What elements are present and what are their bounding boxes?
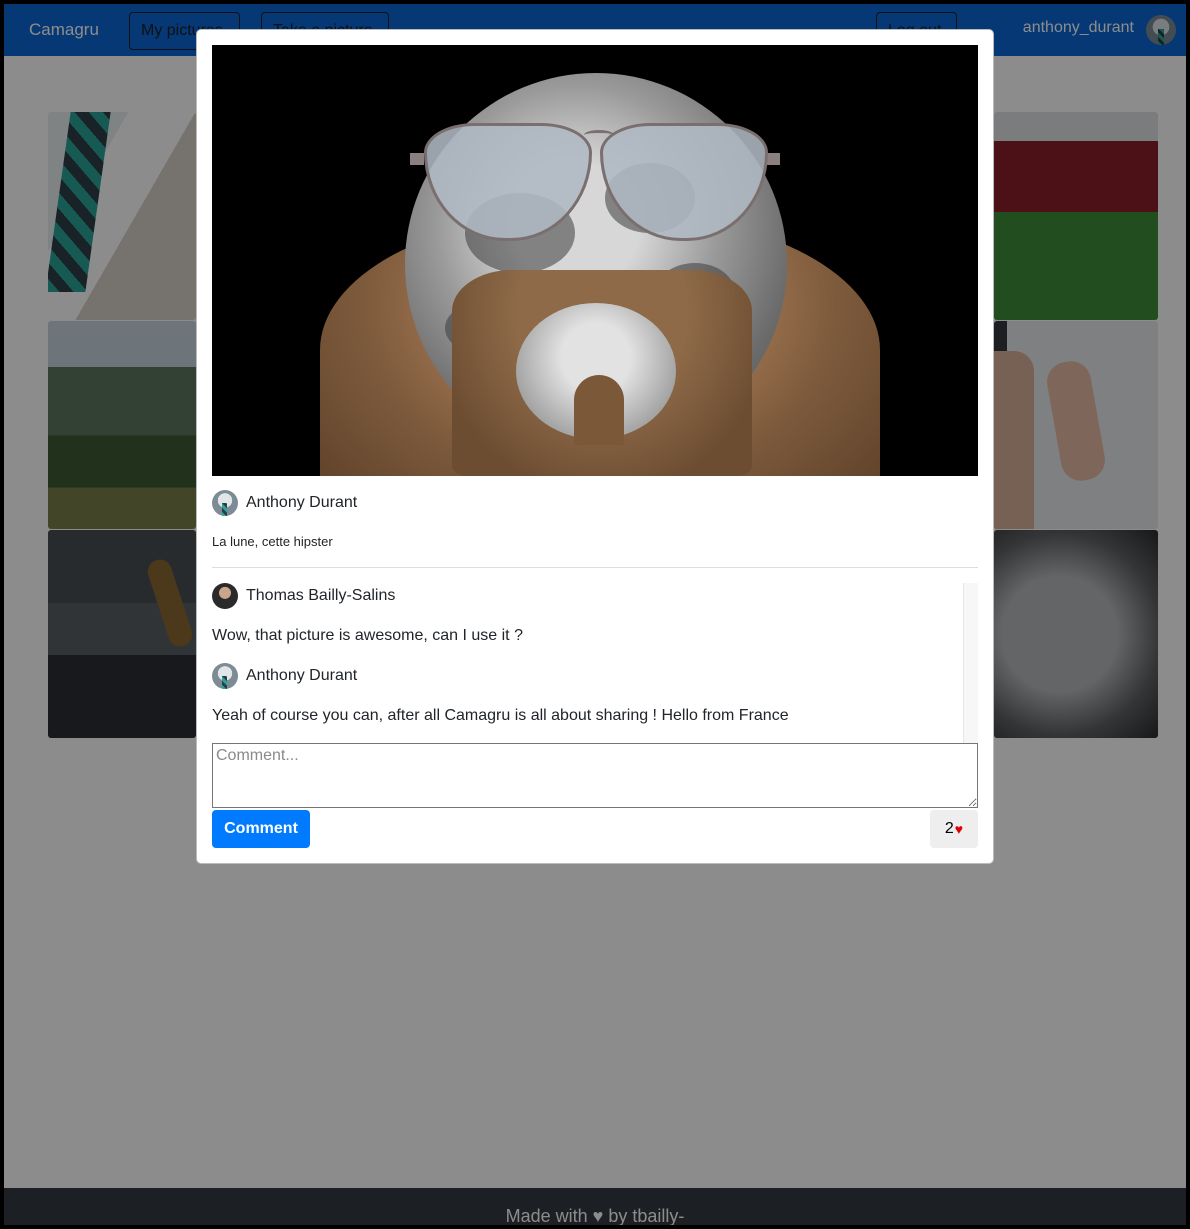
like-count: 2 bbox=[944, 820, 954, 837]
commenter-avatar bbox=[212, 583, 238, 609]
comments-list[interactable]: Thomas Bailly-Salins Wow, that picture i… bbox=[212, 583, 978, 743]
comment-text: Wow, that picture is awesome, can I use … bbox=[212, 627, 523, 644]
comment-header: Anthony Durant bbox=[212, 663, 357, 689]
commenter-avatar bbox=[212, 663, 238, 689]
like-button[interactable]: 2 ♥ bbox=[930, 810, 978, 848]
comment-text: Yeah of course you can, after all Camagr… bbox=[212, 707, 789, 724]
divider bbox=[212, 567, 978, 568]
comment-input[interactable] bbox=[212, 743, 978, 808]
comment-author: Thomas Bailly-Salins bbox=[246, 587, 396, 604]
picture-caption: La lune, cette hipster bbox=[212, 534, 333, 549]
heart-icon: ♥ bbox=[954, 821, 964, 837]
comment-header: Thomas Bailly-Salins bbox=[212, 583, 395, 609]
comments-scrollbar[interactable] bbox=[963, 583, 978, 743]
comment-author: Anthony Durant bbox=[246, 667, 358, 684]
picture-modal: Anthony Durant La lune, cette hipster Th… bbox=[196, 29, 994, 864]
author-avatar bbox=[212, 490, 238, 516]
picture-image bbox=[212, 45, 978, 476]
comment-button[interactable]: Comment bbox=[212, 810, 310, 848]
author-name: Anthony Durant bbox=[246, 494, 358, 511]
picture-author: Anthony Durant bbox=[212, 490, 357, 516]
app-window: Camagru My pictures Take a picture Log o… bbox=[4, 4, 1186, 1225]
